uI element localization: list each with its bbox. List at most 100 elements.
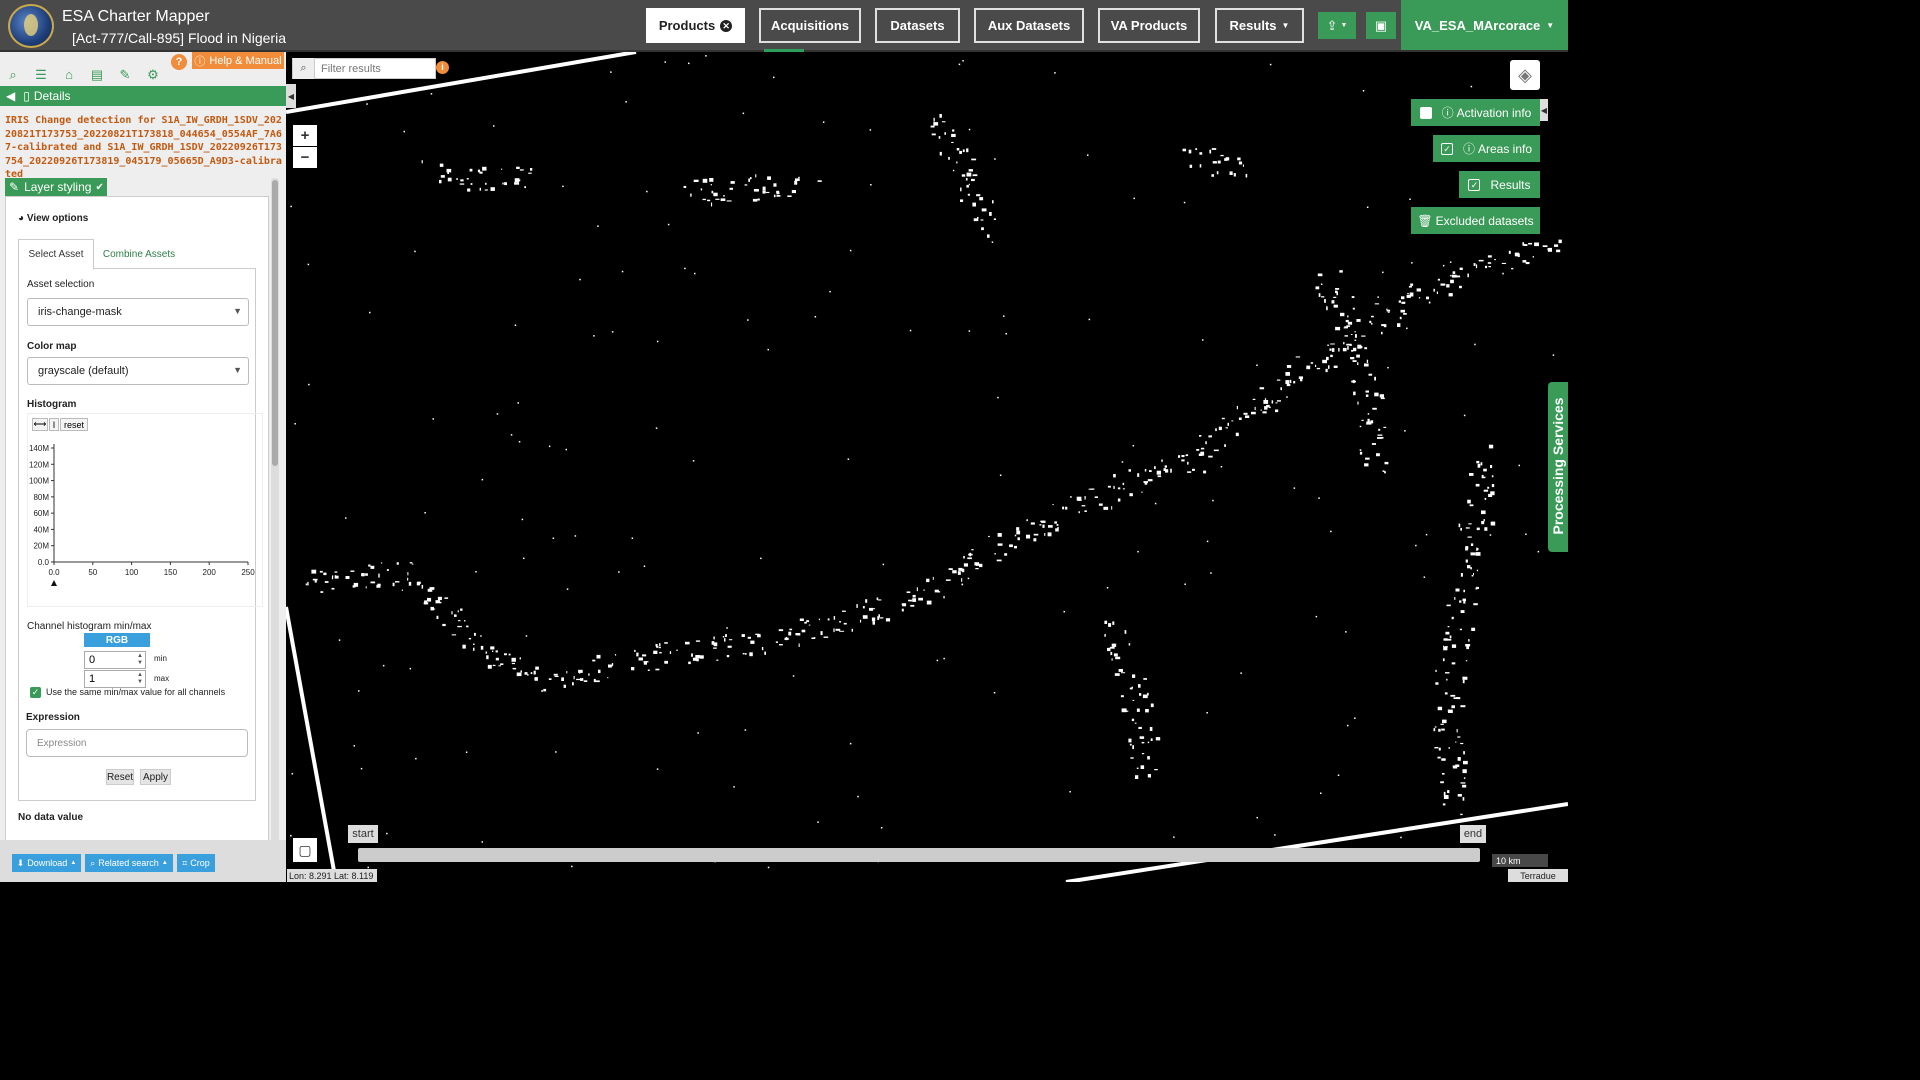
zoom-out-button[interactable]: − [293,147,317,168]
same-minmax-checkbox[interactable]: ✓ [30,687,41,698]
collapse-right-icon[interactable]: ◀ [1540,99,1548,121]
layer-styling-header[interactable]: ✎ Layer styling ✔ [5,178,107,196]
nav-datasets-button[interactable]: Datasets [875,8,960,43]
horizontal-zoom-icon[interactable]: ⟷ [32,418,48,431]
upload-button[interactable]: ⇪ ▼ [1318,12,1356,39]
flood-change-pixel [1315,364,1317,367]
details-header[interactable]: ◀ ▯ Details [0,86,286,106]
tab-combine-assets[interactable]: Combine Assets [98,239,180,269]
layers-icon[interactable]: ◈ [1510,60,1540,90]
flood-change-pixel [1487,486,1490,489]
color-map-dropdown[interactable]: grayscale (default) ▼ [27,357,249,385]
min-input[interactable]: 0 ▲ ▼ [84,651,146,669]
flood-change-pixel [797,633,801,636]
activation-info-button[interactable]: ⓘ Activation info [1411,99,1540,126]
stepper-icon[interactable]: ▲ ▼ [137,653,143,667]
apply-button[interactable]: Apply [140,769,171,785]
map-view[interactable] [286,52,1568,882]
results-checkbox[interactable]: ✓ [1468,178,1481,191]
flood-change-pixel [956,148,960,151]
esa-charter-logo[interactable] [8,4,54,48]
flood-change-pixel [1094,496,1098,498]
filter-info-icon[interactable]: i [436,61,449,74]
flood-change-pixel [490,646,495,650]
flood-change-pixel [916,587,918,592]
vertical-zoom-icon[interactable]: Ι [49,418,59,431]
histogram-min-handle[interactable] [51,580,57,586]
flood-change-pixel [1335,326,1341,331]
nav-results-button[interactable]: Results ▼ [1215,8,1304,43]
flood-change-pixel [1345,631,1347,633]
view-options-heading[interactable]: ◕ View options [18,213,88,224]
areas-info-button[interactable]: ✓ ⓘ Areas info [1433,135,1540,162]
flood-change-pixel [1455,741,1457,743]
flood-change-pixel [1462,784,1467,788]
archive-icon[interactable]: ▤ [86,64,108,86]
briefcase-button[interactable]: ▣ [1366,12,1396,39]
processing-services-tab[interactable]: Processing Services [1548,382,1568,552]
stepper-icon[interactable]: ▲ ▼ [137,672,143,686]
help-question-icon[interactable]: ? [171,54,187,70]
reset-button[interactable]: Reset [106,769,134,785]
flood-change-pixel [1460,573,1463,577]
filter-results-input[interactable]: ⌕ Filter results [292,58,436,79]
areas-info-checkbox[interactable]: ✓ [1440,142,1453,155]
max-input[interactable]: 1 ▲ ▼ [84,670,146,688]
excluded-datasets-button[interactable]: 🗑 Excluded datasets [1411,207,1540,234]
flood-change-pixel [820,631,823,636]
flood-change-pixel [1380,397,1385,400]
flood-change-pixel [353,582,359,587]
flood-change-pixel [1225,427,1228,429]
flood-change-pixel [1269,63,1272,66]
flood-change-pixel [1274,834,1276,836]
list-icon[interactable]: ☰ [30,64,52,86]
timeline-slider[interactable] [358,848,1480,862]
pencil-icon[interactable]: ✎ [114,64,136,86]
flood-change-pixel [365,586,367,589]
flood-change-pixel [1456,697,1461,700]
asset-selection-dropdown[interactable]: iris-change-mask ▼ [27,298,249,326]
histogram-reset-button[interactable]: reset [60,418,88,431]
timeline-toggle-icon[interactable]: ▢ [293,838,317,862]
collapse-left-panel-icon[interactable]: ◀ [286,84,296,108]
flood-change-pixel [1205,441,1207,445]
results-toggle-button[interactable]: ✓ Results [1459,171,1540,198]
gear-icon[interactable]: ⚙ [142,64,164,86]
flood-change-pixel [658,646,661,649]
rgb-channel-button[interactable]: RGB [84,633,150,647]
flood-change-pixel [1212,161,1217,164]
panel-scrollbar-thumb[interactable] [272,180,278,466]
flood-change-pixel [436,615,439,619]
flood-change-pixel [1318,497,1320,499]
timeline-end-label[interactable]: end [1460,825,1486,843]
flood-change-pixel [1203,470,1207,474]
flood-change-pixel [1465,527,1470,529]
related-search-button[interactable]: ⌕ Related search ▲ [85,854,173,872]
activation-info-checkbox[interactable] [1419,106,1432,119]
flood-change-pixel [997,543,1003,546]
back-arrow-icon[interactable]: ◀ [6,89,15,103]
close-circle-icon[interactable]: ✕ [720,19,733,32]
flood-change-pixel [910,604,915,607]
flood-change-pixel [968,183,970,186]
help-manual-label: Help & Manual [209,54,282,67]
crop-button[interactable]: ⌗ Crop [177,854,215,872]
nav-aux-datasets-button[interactable]: Aux Datasets [974,8,1084,43]
zoom-in-button[interactable]: + [293,125,317,146]
nav-va-products-button[interactable]: VA Products [1098,8,1200,43]
basket-icon[interactable]: ⌂ [58,64,80,86]
user-menu[interactable]: VA_ESA_MArcorace ▼ [1401,0,1568,50]
download-button[interactable]: ⬇ Download ▲ [12,854,81,872]
flood-change-pixel [424,512,426,514]
nav-products-button[interactable]: Products ✕ [646,8,745,43]
flood-change-pixel [880,827,883,829]
search-icon[interactable]: ⌕ [2,64,24,86]
timeline-start-label[interactable]: start [348,825,378,843]
histogram-chart: ⟷ Ι reset 140M 120M 100M 80M 60M 40M 20M 0.0 0.0… [27,413,263,607]
expression-input[interactable]: Expression [26,729,248,757]
flood-change-pixel [1517,253,1520,257]
tab-select-asset[interactable]: Select Asset [18,239,94,270]
nav-acquisitions-button[interactable]: Acquisitions [759,8,861,43]
help-manual-button[interactable]: ⓘ Help & Manual [192,52,284,69]
flood-change-pixel [1361,419,1364,421]
